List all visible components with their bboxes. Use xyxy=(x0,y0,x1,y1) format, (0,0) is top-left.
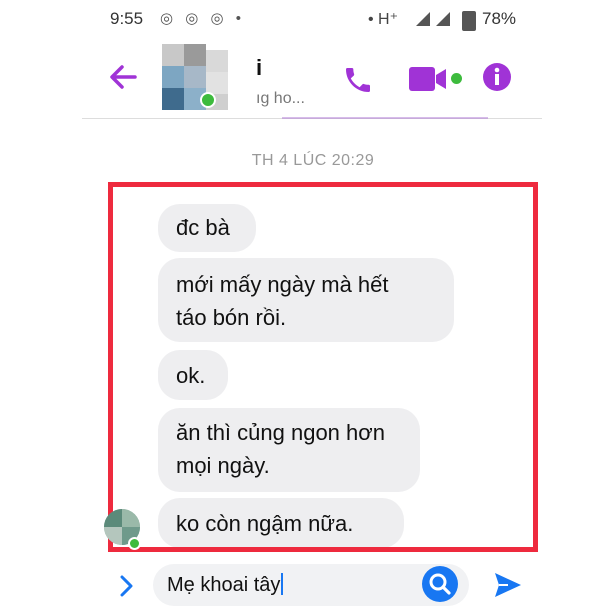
signal-icon xyxy=(416,12,450,26)
sender-online-dot xyxy=(128,537,141,550)
video-call-icon[interactable] xyxy=(409,66,447,92)
text-cursor xyxy=(281,573,284,595)
network-indicator: • H⁺ xyxy=(368,11,399,28)
highlight-box xyxy=(108,182,538,552)
send-icon[interactable] xyxy=(494,572,522,598)
contact-name: i xyxy=(256,55,263,80)
battery-percent: 78% xyxy=(482,9,517,28)
notification-icons: ◎ ◎ ◎ • xyxy=(160,10,246,27)
search-icon xyxy=(429,573,451,595)
phone-call-icon[interactable] xyxy=(342,64,374,96)
message-timestamp: TH 4 LÚC 20:29 xyxy=(251,152,375,169)
video-active-dot xyxy=(451,73,462,84)
info-icon[interactable] xyxy=(482,62,512,92)
status-bar: 9:55 ◎ ◎ ◎ • • H⁺ 78% xyxy=(0,0,609,38)
back-arrow-icon[interactable] xyxy=(108,62,138,92)
chevron-right-icon[interactable] xyxy=(118,574,134,598)
status-time: 9:55 xyxy=(110,9,144,28)
contact-status: ıg ho... xyxy=(256,90,305,107)
header-accent-line xyxy=(282,117,488,119)
online-status-dot xyxy=(200,92,216,108)
battery-icon xyxy=(462,11,476,31)
search-button[interactable] xyxy=(422,566,458,602)
contact-avatar[interactable] xyxy=(162,44,228,110)
message-input-value: Mẹ khoai tây xyxy=(167,574,281,596)
